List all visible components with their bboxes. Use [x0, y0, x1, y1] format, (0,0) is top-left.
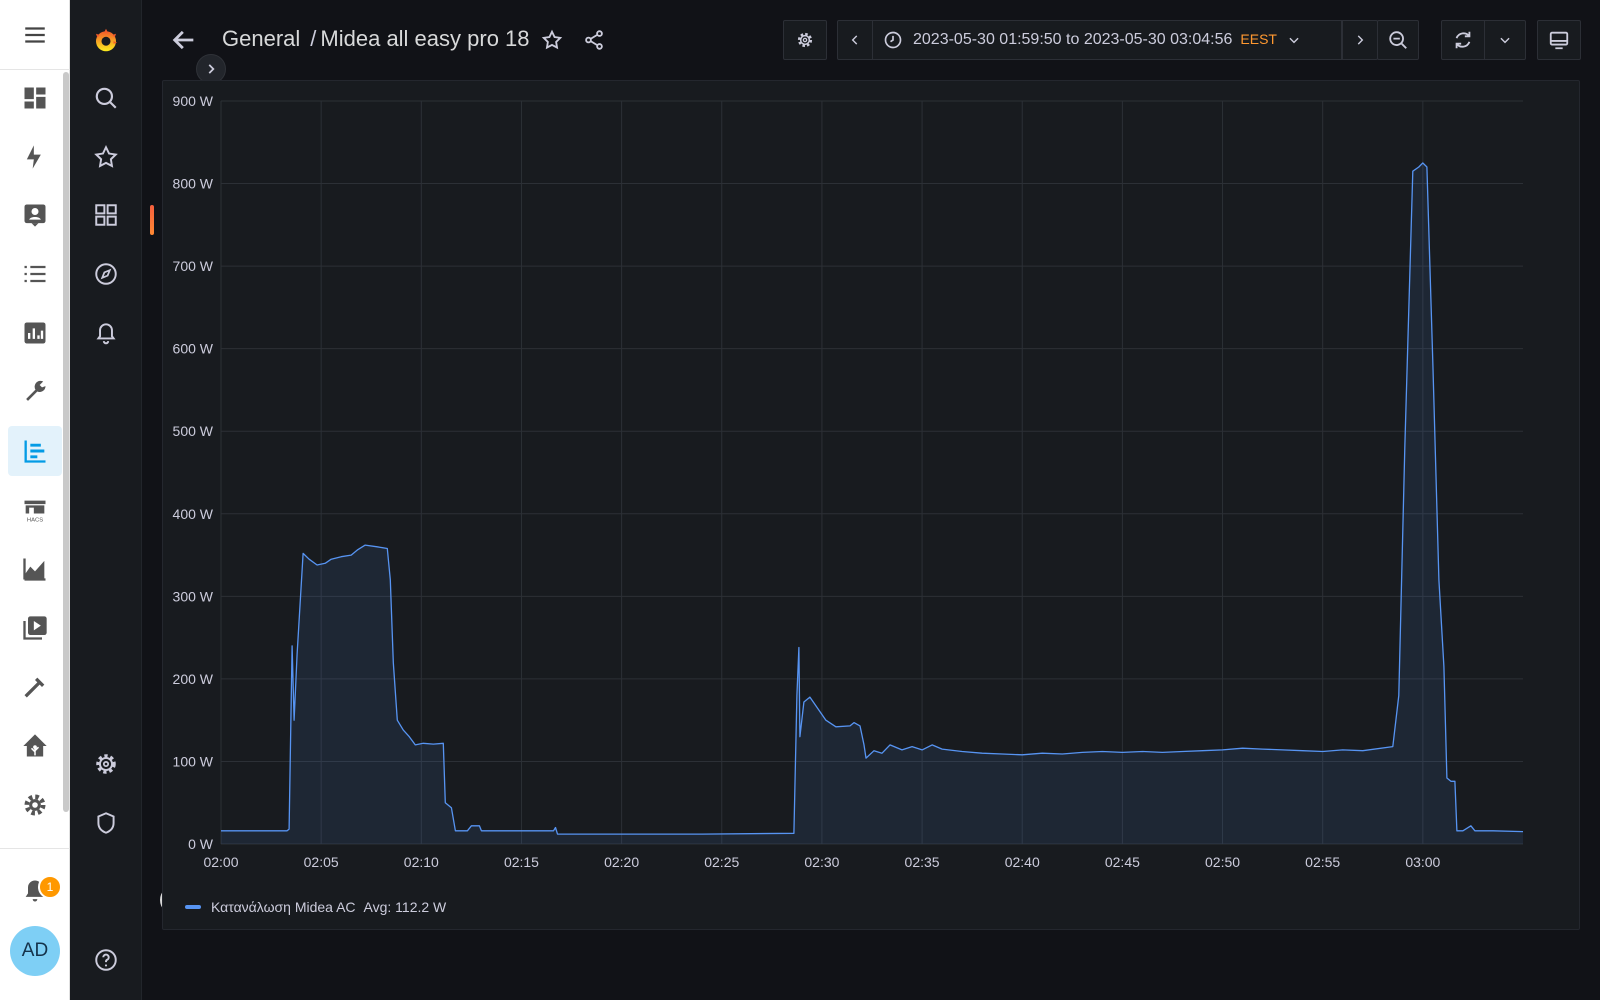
series-line: [221, 162, 1524, 835]
y-tick-label: 300 W: [173, 588, 214, 604]
gear-icon: [797, 32, 813, 48]
explore-icon[interactable]: [70, 250, 142, 298]
y-tick-label: 400 W: [173, 506, 214, 522]
x-tick-label: 02:45: [1105, 854, 1140, 870]
search-icon[interactable]: [70, 74, 142, 122]
breadcrumb: General / Midea all easy pro 18: [222, 26, 530, 52]
dashboard-title[interactable]: Midea all easy pro 18: [320, 26, 529, 51]
y-tick-label: 500 W: [173, 423, 214, 439]
media-icon[interactable]: [8, 603, 62, 653]
zoom-out-icon: [1389, 31, 1407, 49]
y-tick-label: 900 W: [173, 93, 214, 109]
menu-icon[interactable]: [0, 0, 70, 70]
y-tick-label: 100 W: [173, 753, 214, 769]
configuration-icon[interactable]: [70, 740, 142, 788]
y-tick-label: 600 W: [173, 341, 214, 357]
chart-legend: Κατανάλωση Midea AC Avg: 112.2 W: [185, 899, 446, 915]
legend-swatch: [185, 905, 201, 909]
graph-panel: 0 W 100 W 200 W 300 W 400 W 500 W 600 W 700 W 80…: [162, 80, 1580, 930]
legend-series-name[interactable]: Κατανάλωση Midea AC: [211, 899, 356, 915]
time-range-picker[interactable]: 2023-05-30 01:59:50 to 2023-05-30 03:04:…: [872, 20, 1342, 60]
x-tick-label: 02:00: [203, 854, 238, 870]
back-arrow-icon[interactable]: [168, 24, 200, 56]
monitor-icon: [1549, 31, 1569, 50]
help-icon[interactable]: [70, 936, 142, 984]
clock-icon: [884, 31, 902, 49]
chevron-down-icon: [1500, 37, 1510, 44]
power-chart[interactable]: 0 W 100 W 200 W 300 W 400 W 500 W 600 W 700 W 80…: [163, 81, 1581, 931]
share-icon[interactable]: [580, 26, 608, 54]
refresh-button[interactable]: [1441, 20, 1485, 60]
x-tick-label: 02:50: [1205, 854, 1240, 870]
x-tick-label: 02:35: [905, 854, 940, 870]
chevron-right-icon: [1357, 35, 1364, 45]
wrench-icon[interactable]: [8, 367, 62, 417]
energy-icon[interactable]: [8, 132, 62, 182]
zoom-out-button[interactable]: [1377, 20, 1419, 60]
x-tick-label: 02:30: [804, 854, 839, 870]
grafana-sidemenu: [70, 0, 226, 1000]
star-icon[interactable]: [70, 133, 142, 181]
tv-mode-button[interactable]: [1537, 20, 1581, 60]
timezone-label: EEST: [1240, 31, 1277, 47]
series-area: [221, 162, 1523, 844]
x-tick-label: 02:10: [404, 854, 439, 870]
y-tick-label: 200 W: [173, 671, 214, 687]
chevron-left-icon: [851, 35, 858, 45]
y-tick-label: 800 W: [173, 176, 214, 192]
x-tick-label: 02:20: [604, 854, 639, 870]
active-indicator: [150, 205, 154, 235]
notification-badge: 1: [38, 875, 62, 899]
user-avatar[interactable]: AD: [10, 926, 60, 976]
x-tick-label: 02:55: [1305, 854, 1340, 870]
sidebar-scrollbar[interactable]: [63, 72, 69, 812]
ha-sidebar: HACS 1 AD: [0, 0, 70, 1000]
svg-text:HACS: HACS: [27, 518, 43, 524]
x-tick-label: 02:05: [304, 854, 339, 870]
shield-icon[interactable]: [70, 799, 142, 847]
grafana-icon[interactable]: [8, 426, 62, 476]
chart-line-icon[interactable]: [8, 544, 62, 594]
logbook-icon[interactable]: [8, 249, 62, 299]
legend-avg-value: Avg: 112.2 W: [363, 899, 447, 915]
home-assistant-icon[interactable]: [8, 721, 62, 771]
refresh-interval-dropdown[interactable]: [1484, 20, 1526, 60]
time-shift-forward-button[interactable]: [1342, 20, 1378, 60]
history-icon[interactable]: [8, 308, 62, 358]
favorite-star-icon[interactable]: [538, 26, 566, 54]
chevron-down-icon: [1289, 37, 1299, 44]
dashboard-navbar: General / Midea all easy pro 18 2023-05-30…: [142, 0, 1600, 80]
time-range-label: 2023-05-30 01:59:50 to 2023-05-30 03:04:…: [913, 31, 1277, 48]
hammer-icon[interactable]: [8, 662, 62, 712]
y-tick-label: 0 W: [188, 836, 214, 852]
dashboard-icon[interactable]: [8, 73, 62, 123]
refresh-icon: [1455, 31, 1471, 49]
y-tick-label: 700 W: [173, 258, 214, 274]
x-tick-label: 02:25: [704, 854, 739, 870]
x-tick-label: 03:00: [1405, 854, 1440, 870]
breadcrumb-separator: /: [310, 26, 317, 51]
dashboards-icon[interactable]: [70, 191, 142, 239]
breadcrumb-folder[interactable]: General: [222, 26, 300, 51]
map-icon[interactable]: [8, 190, 62, 240]
time-shift-back-button[interactable]: [837, 20, 873, 60]
x-tick-label: 02:40: [1005, 854, 1040, 870]
dashboard-settings-button[interactable]: [783, 20, 827, 60]
settings-icon[interactable]: [8, 780, 62, 830]
x-tick-label: 02:15: [504, 854, 539, 870]
hacs-icon[interactable]: HACS: [8, 485, 62, 535]
sidebar-divider: [0, 848, 70, 849]
grafana-logo-icon[interactable]: [70, 16, 142, 64]
alerting-icon[interactable]: [70, 309, 142, 357]
